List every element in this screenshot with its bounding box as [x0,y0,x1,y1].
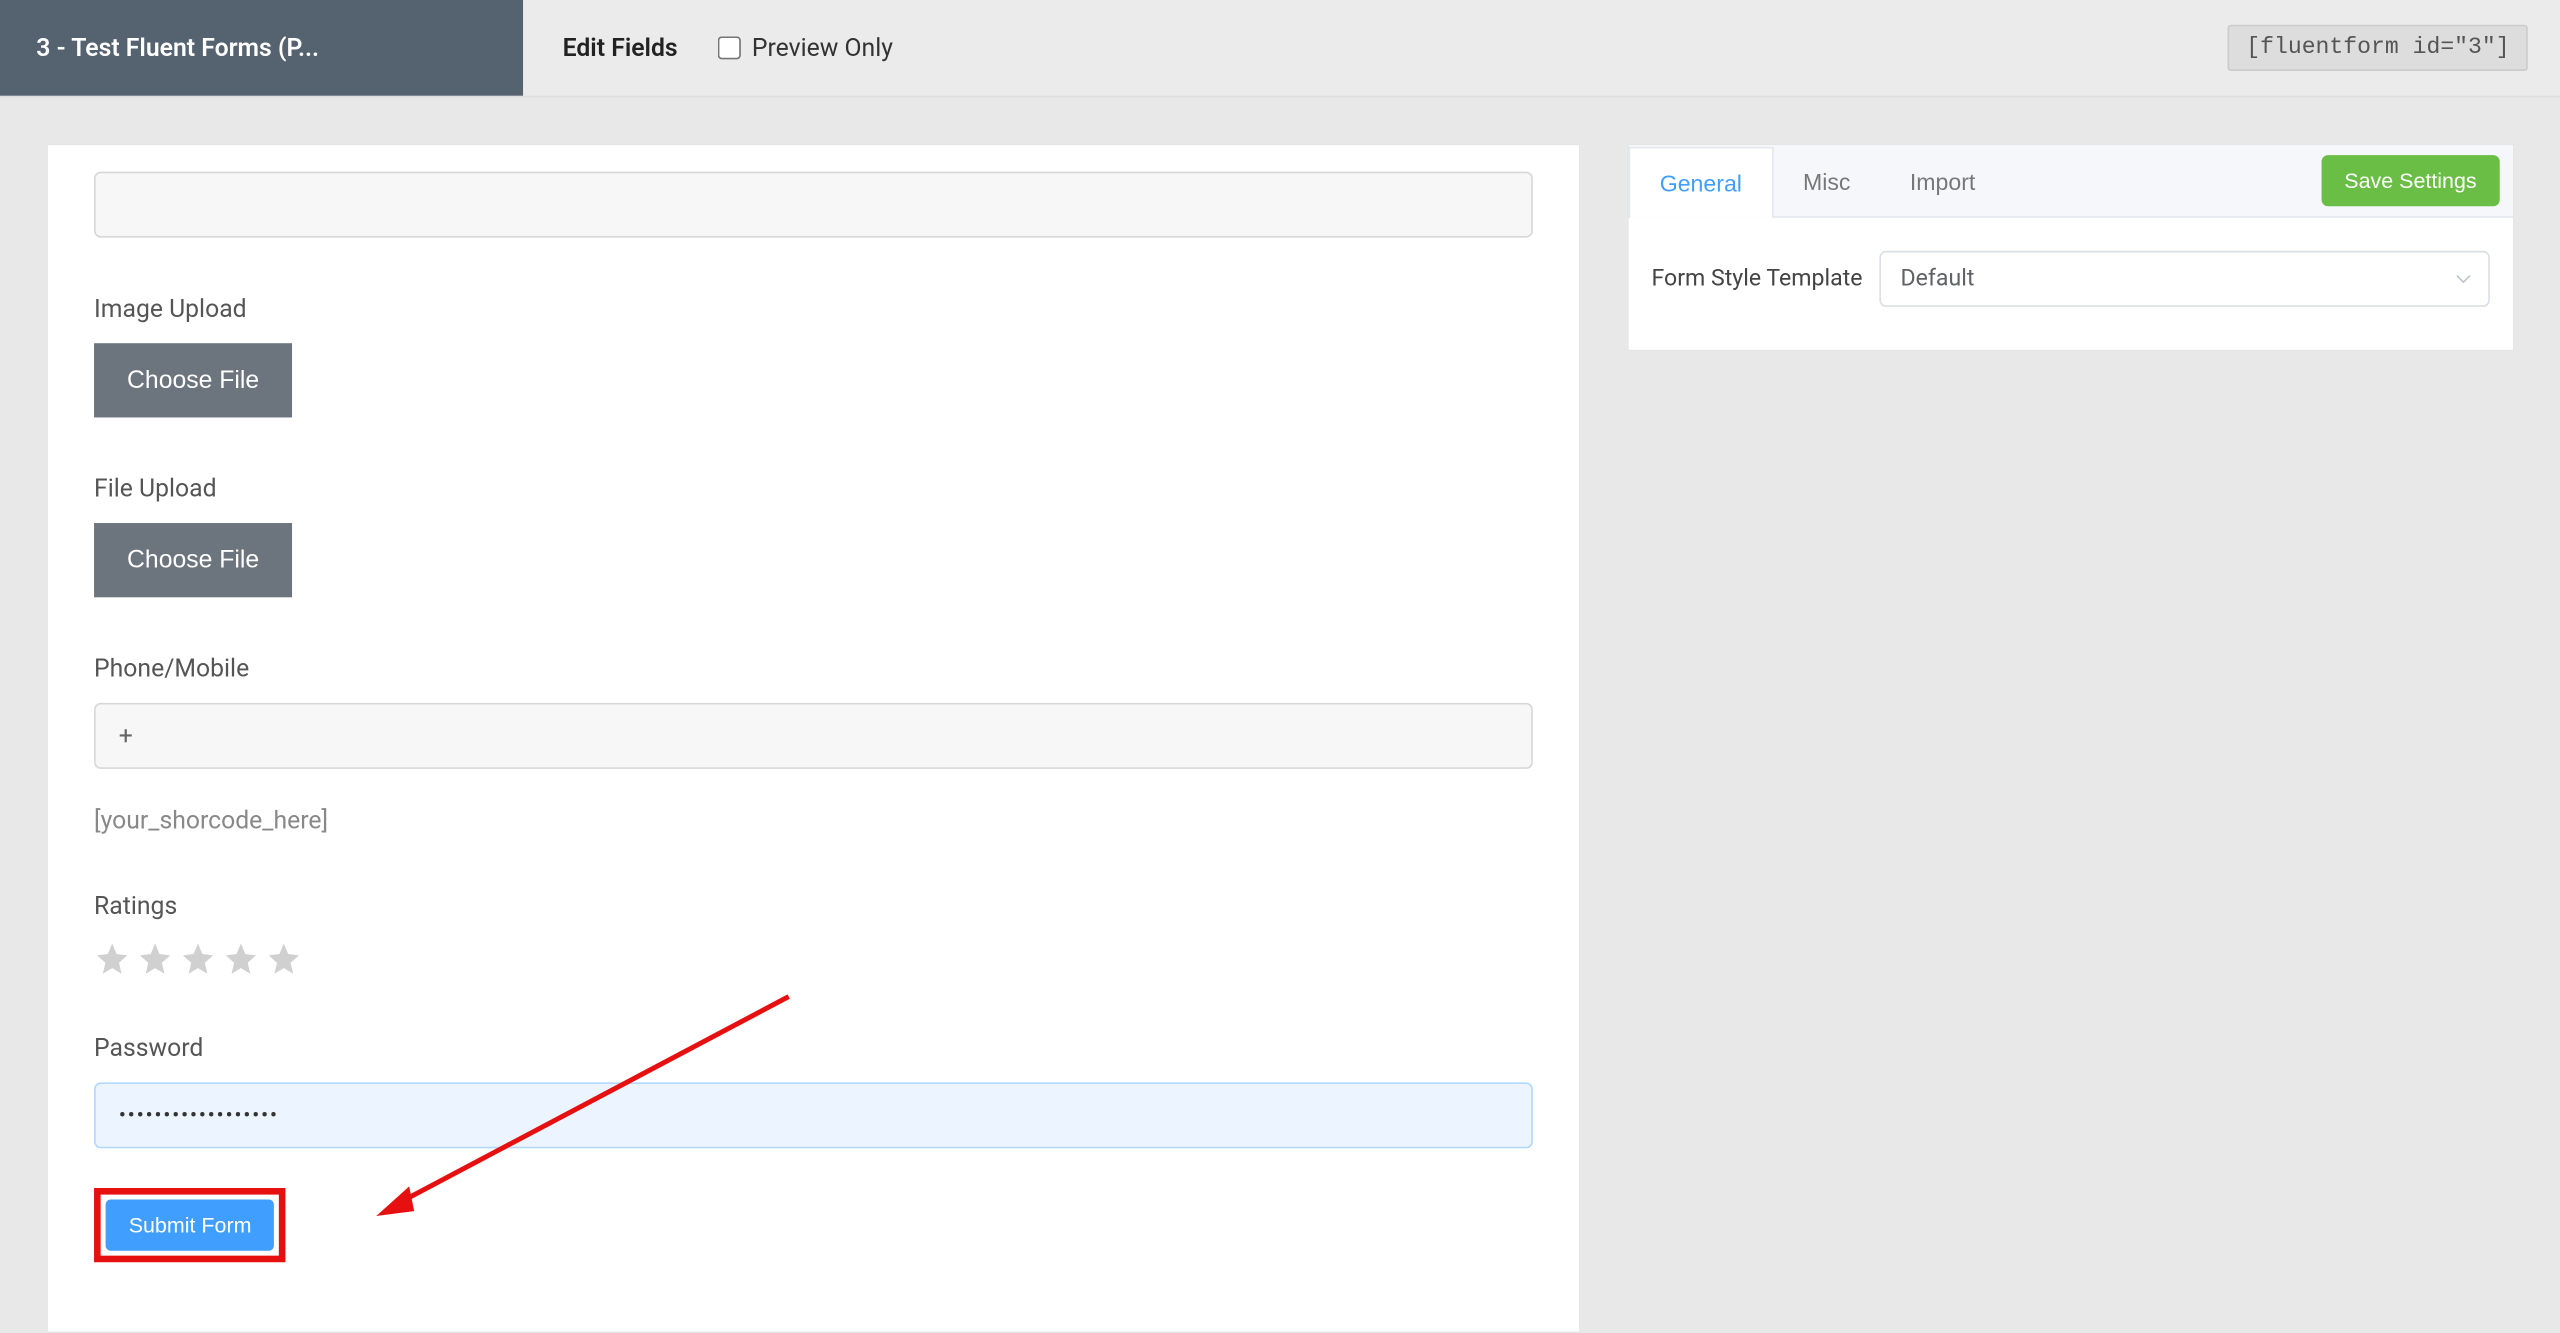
save-settings-button[interactable]: Save Settings [2321,155,2500,206]
form-style-value: Default [1900,266,1974,292]
ratings-label: Ratings [94,891,1533,921]
header-shortcode[interactable]: [fluentform id="3"] [2228,25,2528,71]
image-upload-button[interactable]: Choose File [94,343,292,417]
star-icon[interactable] [94,941,130,977]
preview-only-checkbox[interactable] [717,36,740,59]
preview-only-toggle[interactable]: Preview Only [717,0,893,96]
image-upload-label: Image Upload [94,294,1533,324]
phone-label: Phone/Mobile [94,653,1533,683]
form-style-label: Form Style Template [1651,266,1862,292]
settings-panel: General Misc Import Save Settings Form S… [1627,144,2515,352]
file-upload-label: File Upload [94,474,1533,504]
password-input[interactable]: •••••••••••••••••• [94,1082,1533,1148]
submit-form-button[interactable]: Submit Form [106,1200,275,1251]
file-upload-button[interactable]: Choose File [94,523,292,597]
phone-input[interactable]: + [94,703,1533,769]
form-preview-panel: Image Upload Choose File File Upload Cho… [46,144,1580,1333]
star-icon[interactable] [137,941,173,977]
star-icon[interactable] [266,941,302,977]
submit-button-highlight: Submit Form [94,1188,286,1262]
tab-import[interactable]: Import [1880,145,2005,216]
chevron-down-icon [2455,271,2472,288]
edit-fields-link[interactable]: Edit Fields [523,0,717,96]
form-text-input[interactable] [94,172,1533,238]
ratings-stars[interactable] [94,941,1533,977]
tab-general[interactable]: General [1628,147,1773,218]
shortcode-placeholder-text: [your_shorcode_here] [94,805,1533,835]
star-icon[interactable] [180,941,216,977]
preview-only-label: Preview Only [752,33,893,63]
password-label: Password [94,1033,1533,1063]
form-style-select[interactable]: Default [1879,251,2490,307]
header-active-tab[interactable]: 3 - Test Fluent Forms (P... [0,0,523,96]
tab-misc[interactable]: Misc [1773,145,1880,216]
star-icon[interactable] [223,941,259,977]
